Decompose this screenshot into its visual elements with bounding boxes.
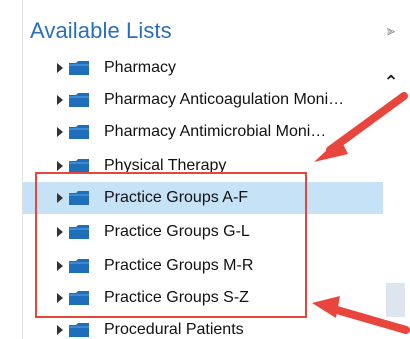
folder-icon — [69, 225, 89, 239]
folder-icon — [69, 61, 89, 75]
folder-icon — [69, 125, 89, 139]
list-item-label: Pharmacy Anticoagulation Moni… — [104, 91, 345, 108]
available-lists-panel: Available Lists ⫸ ⌃ Pharmacy Pharmacy An… — [22, 0, 410, 339]
list-item-practice-groups-s-z[interactable]: Practice Groups S-Z — [23, 282, 383, 314]
expand-arrow-icon[interactable] — [57, 95, 63, 105]
folder-icon — [69, 159, 89, 173]
expand-arrow-icon[interactable] — [57, 193, 63, 203]
chevron-up-icon[interactable]: ⌃ — [381, 73, 401, 91]
list-item-label: Procedural Patients — [104, 321, 244, 338]
list-item-pharmacy-anticoagulation[interactable]: Pharmacy Anticoagulation Moni… — [23, 84, 383, 116]
expand-arrow-icon[interactable] — [57, 161, 63, 171]
expand-arrow-icon[interactable] — [57, 227, 63, 237]
folder-icon — [69, 291, 89, 305]
list-item-practice-groups-m-r[interactable]: Practice Groups M-R — [23, 250, 383, 282]
list-item-pharmacy-antimicrobial[interactable]: Pharmacy Antimicrobial Moni… — [23, 116, 383, 148]
list-item-label: Practice Groups M-R — [104, 257, 254, 274]
list-item-procedural-patients[interactable]: Procedural Patients — [23, 314, 383, 339]
folder-icon — [69, 259, 89, 273]
expand-arrow-icon[interactable] — [57, 261, 63, 271]
list-item-label: Practice Groups S-Z — [104, 289, 249, 306]
expand-arrow-icon[interactable] — [57, 293, 63, 303]
list-item-pharmacy[interactable]: Pharmacy — [23, 52, 383, 84]
folder-icon — [69, 191, 89, 205]
scrollbar-thumb[interactable] — [386, 283, 405, 317]
list-item-label: Pharmacy Antimicrobial Moni… — [104, 123, 327, 140]
list-item-practice-groups-g-l[interactable]: Practice Groups G-L — [23, 216, 383, 248]
panel-title: Available Lists — [30, 18, 172, 43]
screenshot-stage: Available Lists ⫸ ⌃ Pharmacy Pharmacy An… — [0, 0, 410, 339]
expand-arrow-icon[interactable] — [57, 63, 63, 73]
list-item-practice-groups-a-f[interactable]: Practice Groups A-F — [23, 182, 383, 214]
folder-icon — [69, 93, 89, 107]
double-chevron-down-icon[interactable]: ⫸ — [383, 22, 399, 38]
list-item-label: Practice Groups G-L — [104, 223, 250, 240]
list-item-label: Pharmacy — [104, 59, 177, 76]
list-item-physical-therapy[interactable]: Physical Therapy — [23, 150, 383, 182]
expand-arrow-icon[interactable] — [57, 127, 63, 137]
expand-arrow-icon[interactable] — [57, 325, 63, 335]
folder-icon — [69, 323, 89, 337]
list-item-label: Physical Therapy — [104, 157, 227, 174]
list-item-label: Practice Groups A-F — [104, 189, 249, 206]
